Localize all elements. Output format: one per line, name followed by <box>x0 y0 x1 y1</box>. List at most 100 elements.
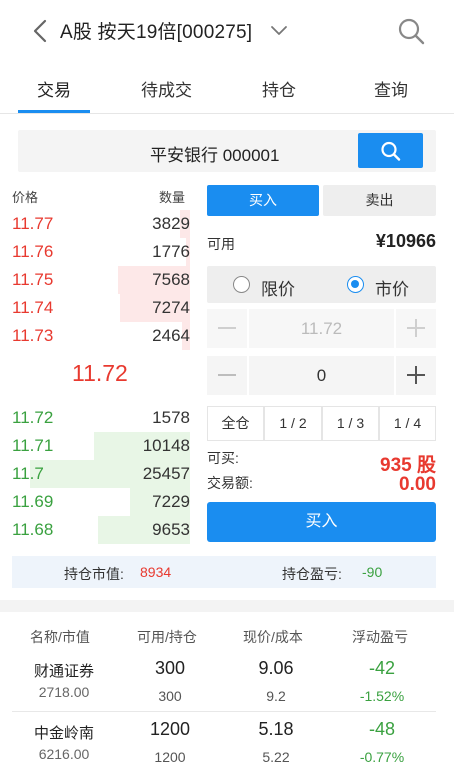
bid-qty: 10148 <box>142 436 190 455</box>
ask-qty: 7274 <box>152 298 190 317</box>
back-arrow-icon[interactable] <box>30 18 50 44</box>
plus-icon <box>407 319 425 337</box>
position-market-value: 6216.00 <box>38 746 90 762</box>
search-icon <box>381 141 401 161</box>
order-book-qty-header: 数量 <box>159 190 186 205</box>
tab-query[interactable]: 查询 <box>374 76 408 101</box>
ask-qty: 7568 <box>152 270 190 289</box>
position-price: 5.18 <box>258 719 294 739</box>
market-value-label: 持仓市值: <box>64 566 124 582</box>
quantity-decrease-button[interactable] <box>207 356 247 395</box>
order-book-price-header: 价格 <box>12 190 39 205</box>
bid-row[interactable]: 11.68 9653 <box>0 516 190 544</box>
position-summary: 持仓市值: 8934 持仓盈亏: -90 <box>12 556 436 588</box>
available-value: ¥10966 <box>375 231 436 251</box>
pnl-value: -90 <box>362 564 383 580</box>
column-header: 现价/成本 <box>243 629 303 645</box>
position-pnl-pct: -0.77% <box>359 749 405 765</box>
position-name: 财通证券 <box>33 663 94 680</box>
stock-search-button[interactable] <box>358 133 423 168</box>
ask-price: 11.75 <box>12 270 54 289</box>
last-price: 11.72 <box>72 360 128 386</box>
bid-row[interactable]: 11.71 10148 <box>0 432 190 460</box>
quantity-increase-button[interactable] <box>396 356 436 395</box>
position-holding: 1200 <box>154 749 186 765</box>
tab-bar: 交易 待成交 持仓 查询 <box>0 62 454 114</box>
can-buy-label: 可买: <box>207 450 239 466</box>
column-header: 可用/持仓 <box>137 629 197 645</box>
buy-tab[interactable]: 买入 <box>207 185 319 216</box>
column-header: 名称/市值 <box>30 629 90 645</box>
price-input[interactable]: 11.72 <box>249 309 394 348</box>
active-tab-indicator <box>18 110 90 113</box>
price-type-selector: 限价 市价 <box>207 266 436 303</box>
top-bar: A股 按天19倍[000275] <box>0 0 454 62</box>
quantity-stepper: 0 <box>207 356 436 395</box>
limit-radio[interactable] <box>233 276 250 293</box>
ask-row[interactable]: 11.77 3829 <box>0 210 190 238</box>
sell-tab[interactable]: 卖出 <box>323 185 436 216</box>
row-divider <box>12 711 436 712</box>
bid-price: 11.69 <box>12 492 54 511</box>
tab-trade[interactable]: 交易 <box>37 76 71 101</box>
position-name: 中金岭南 <box>33 725 94 742</box>
position-pnl-pct: -1.52% <box>359 688 405 704</box>
position-ratio-buttons: 全仓 1 / 2 1 / 3 1 / 4 <box>207 406 436 441</box>
minus-icon <box>218 327 236 329</box>
plus-icon <box>407 366 425 384</box>
bid-qty: 9653 <box>152 520 190 539</box>
column-header: 浮动盈亏 <box>352 629 408 645</box>
bid-price: 11.72 <box>12 408 54 427</box>
market-radio[interactable] <box>347 276 364 293</box>
position-price: 9.06 <box>258 658 294 678</box>
ask-price: 11.77 <box>12 214 54 233</box>
ask-qty: 2464 <box>152 326 190 345</box>
stock-search-field[interactable]: 平安银行 000001 <box>18 130 436 172</box>
bid-row[interactable]: 11.69 7229 <box>0 488 190 516</box>
ratio-third-button[interactable]: 1 / 3 <box>322 406 379 441</box>
minus-icon <box>218 374 236 376</box>
page-title[interactable]: A股 按天19倍[000275] <box>60 17 252 44</box>
bid-row[interactable]: 11.7 25457 <box>0 460 190 488</box>
submit-buy-button[interactable]: 买入 <box>207 502 436 542</box>
ask-qty: 3829 <box>152 214 190 233</box>
can-buy-value: 935 股 <box>380 455 436 476</box>
position-market-value: 2718.00 <box>38 684 90 700</box>
market-label[interactable]: 市价 <box>375 275 409 300</box>
tab-positions[interactable]: 持仓 <box>262 76 296 101</box>
position-cost: 5.22 <box>262 749 290 765</box>
ask-row[interactable]: 11.76 1776 <box>0 238 190 266</box>
ask-price: 11.74 <box>12 298 54 317</box>
bid-price: 11.71 <box>12 436 54 455</box>
bid-price: 11.68 <box>12 520 54 539</box>
ask-row[interactable]: 11.73 2464 <box>0 322 190 350</box>
trade-amount-value: 0.00 <box>399 474 436 495</box>
position-available: 1200 <box>149 719 191 739</box>
position-available: 300 <box>154 658 186 678</box>
price-stepper: 11.72 <box>207 309 436 348</box>
chevron-down-icon[interactable] <box>270 22 288 38</box>
ratio-full-button[interactable]: 全仓 <box>207 406 264 441</box>
limit-label[interactable]: 限价 <box>261 275 295 300</box>
tab-pending[interactable]: 待成交 <box>141 76 192 101</box>
pnl-label: 持仓盈亏: <box>282 566 342 582</box>
bid-price: 11.7 <box>12 464 44 483</box>
price-increase-button[interactable] <box>396 309 436 348</box>
ask-qty: 1776 <box>152 242 190 261</box>
search-icon[interactable] <box>396 16 426 46</box>
ratio-quarter-button[interactable]: 1 / 4 <box>379 406 436 441</box>
quantity-input[interactable]: 0 <box>249 356 394 395</box>
ask-price: 11.76 <box>12 242 54 261</box>
ask-row[interactable]: 11.74 7274 <box>0 294 190 322</box>
price-decrease-button[interactable] <box>207 309 247 348</box>
ask-row[interactable]: 11.75 7568 <box>0 266 190 294</box>
bid-qty: 25457 <box>142 464 190 483</box>
ratio-half-button[interactable]: 1 / 2 <box>264 406 322 441</box>
position-cost: 9.2 <box>266 688 286 704</box>
position-pnl: -48 <box>368 719 395 739</box>
trade-amount-label: 交易额: <box>207 475 253 491</box>
available-label: 可用 <box>207 236 235 252</box>
position-pnl: -42 <box>368 658 395 678</box>
stock-name-code[interactable]: 平安银行 000001 <box>150 141 279 166</box>
bid-row[interactable]: 11.72 1578 <box>0 404 190 432</box>
